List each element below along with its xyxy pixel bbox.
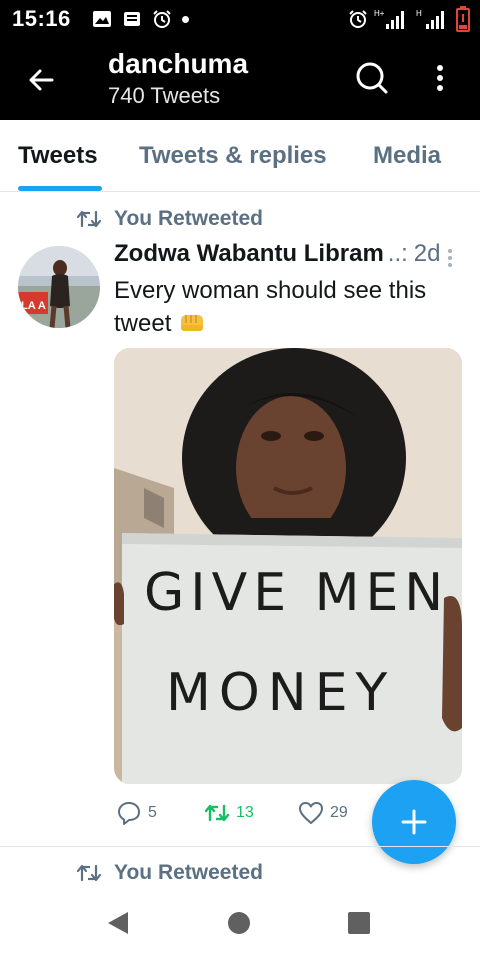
avatar[interactable]: LA A xyxy=(18,246,100,328)
tweet-count: 740 Tweets xyxy=(108,83,221,108)
tweet-body: Every woman should see this tweet xyxy=(114,277,427,337)
nav-home-icon[interactable] xyxy=(228,912,250,934)
like-action[interactable]: 29 xyxy=(298,800,348,826)
alarm-icon xyxy=(153,10,171,28)
tab-media[interactable]: Media xyxy=(373,142,441,170)
active-tab-indicator xyxy=(18,186,102,191)
retweet-context-label: You Retweeted xyxy=(114,861,263,884)
notification-dot xyxy=(182,15,189,23)
like-count: 29 xyxy=(330,804,348,821)
reply-icon xyxy=(118,802,140,825)
retweet-context-label: You Retweeted xyxy=(114,207,263,230)
compose-tweet-button[interactable] xyxy=(372,780,456,864)
more-vertical-icon[interactable] xyxy=(428,58,452,98)
svg-text:GIVE MEN: GIVE MEN xyxy=(144,563,449,623)
tweet-header: Zodwa Wabantu Libram..: 2d xyxy=(114,240,464,274)
status-bar: 15:16 H+ H xyxy=(0,0,480,38)
profile-tabs: Tweets Tweets & replies Media xyxy=(0,120,480,192)
tab-tweets-and-replies[interactable]: Tweets & replies xyxy=(139,142,327,170)
reply-count: 5 xyxy=(148,804,157,821)
tweet-options-icon[interactable] xyxy=(446,247,454,269)
heart-icon xyxy=(299,802,323,824)
retweet-context: You Retweeted xyxy=(76,858,263,888)
retweet-icon xyxy=(204,804,230,822)
back-arrow-icon[interactable] xyxy=(22,60,62,100)
tweet-date[interactable]: 2d xyxy=(414,240,441,267)
gallery-icon xyxy=(93,11,111,27)
system-nav-bar xyxy=(0,892,480,960)
retweet-count: 13 xyxy=(236,804,254,821)
nav-back-icon[interactable] xyxy=(106,910,130,936)
retweet-icon xyxy=(76,210,102,228)
alarm-icon xyxy=(349,10,367,28)
status-time: 15:16 xyxy=(12,6,71,31)
svg-text:H+: H+ xyxy=(374,9,385,18)
truncation-ellipsis: ..: xyxy=(387,240,408,267)
h-signal-icon: H xyxy=(416,9,444,29)
plus-icon xyxy=(401,809,427,835)
profile-name: danchuma xyxy=(108,48,249,79)
tweet-divider xyxy=(0,846,480,847)
tweet-author-name[interactable]: Zodwa Wabantu Libram xyxy=(114,240,384,267)
nav-recents-icon[interactable] xyxy=(348,912,370,934)
oncoming-fist-emoji xyxy=(181,315,204,331)
retweet-action[interactable]: 13 xyxy=(204,800,254,826)
svg-text:MONEY: MONEY xyxy=(166,663,395,723)
tweet-media-image[interactable]: GIVE MEN MONEY xyxy=(114,348,462,784)
search-icon[interactable] xyxy=(352,58,392,98)
tab-tweets[interactable]: Tweets xyxy=(18,142,98,170)
retweet-icon xyxy=(76,864,102,882)
hplus-signal-icon: H+ xyxy=(374,9,404,29)
profile-header: danchuma 740 Tweets xyxy=(0,38,480,120)
message-icon xyxy=(124,12,140,26)
svg-text:LA A: LA A xyxy=(21,300,46,312)
retweet-context: You Retweeted xyxy=(76,204,263,234)
reply-action[interactable]: 5 xyxy=(116,800,157,826)
tweet-text: Every woman should see this tweet xyxy=(114,274,454,340)
battery-low-icon xyxy=(456,6,470,32)
tweet-actions: 5 13 29 xyxy=(114,800,364,832)
svg-text:H: H xyxy=(416,9,422,18)
